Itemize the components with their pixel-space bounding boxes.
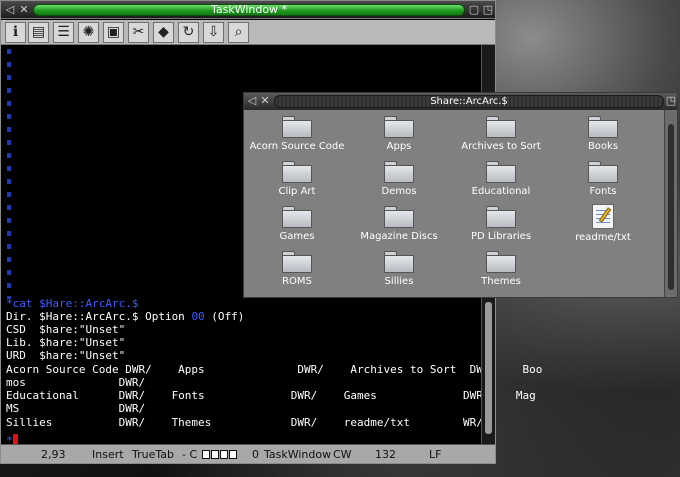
prompt-line[interactable]: * (6, 429, 18, 447)
terminal-line: URD $hare:"Unset" (6, 349, 126, 362)
iconise-icon[interactable]: ▢ (467, 3, 481, 17)
taskwindow-icon[interactable]: ▤ (28, 22, 49, 43)
folder-item[interactable]: Sillies (348, 247, 450, 291)
item-label: PD Libraries (470, 231, 532, 242)
folder-icon (384, 206, 414, 228)
item-label: Archives to Sort (461, 141, 541, 152)
folder-icon (486, 116, 516, 138)
item-label: Educational (471, 186, 531, 197)
item-label: Books (587, 141, 619, 152)
download-icon[interactable]: ⇩ (203, 22, 224, 43)
item-label: Games (279, 231, 315, 242)
item-label: Fonts (589, 186, 617, 197)
newline-mode: LF (429, 448, 442, 461)
app-name: TaskWindow (264, 448, 332, 461)
case-flag: - C (182, 448, 198, 461)
item-label: Themes (481, 276, 521, 287)
gear-icon[interactable]: ✺ (78, 22, 99, 43)
status-boxes (202, 445, 238, 464)
folder-icon (384, 251, 414, 273)
toggle-size-icon[interactable]: ◳ (664, 94, 678, 108)
item-label: Sillies (384, 276, 414, 287)
info-icon[interactable]: ℹ (5, 22, 26, 43)
folder-icon (486, 206, 516, 228)
folder-icon (282, 206, 312, 228)
back-icon[interactable]: ◁ (245, 94, 259, 108)
folder-icon (588, 116, 618, 138)
folder-item[interactable]: Educational (450, 157, 552, 201)
folder-icon (282, 161, 312, 183)
folder-item[interactable]: ROMS (246, 247, 348, 291)
item-label: Clip Art (278, 186, 316, 197)
terminal-line: Lib. $hare:"Unset" (6, 336, 126, 349)
taskwindow-toolbar: ℹ ▤ ☰ ✺ ▣ ✂ ◆ ↻ ⇩ ⌕ (1, 20, 495, 45)
folder-item[interactable]: Magazine Discs (348, 202, 450, 246)
folder-icon (384, 161, 414, 183)
folder-item[interactable]: Demos (348, 157, 450, 201)
folder-item[interactable]: PD Libraries (450, 202, 552, 246)
folder-icon (588, 161, 618, 183)
item-label: Acorn Source Code (249, 141, 345, 152)
folder-icon (282, 251, 312, 273)
line-count: 132 (375, 448, 396, 461)
terminal-line: *cat $Hare::ArcArc.$ (6, 297, 139, 310)
status-bar: 2,93 Insert TrueTab - C 0 TaskWindow CW … (1, 444, 495, 463)
filer-window: ◁ ✕ Share::ArcArc.$ ◳ Acorn Source Code … (243, 92, 678, 298)
toggle-size-icon[interactable]: ◳ (481, 3, 495, 17)
close-task-icon[interactable]: ✂ (128, 22, 149, 43)
filer-titlebar[interactable]: ◁ ✕ Share::ArcArc.$ ◳ (244, 93, 677, 110)
vertical-scrollbar[interactable] (664, 110, 677, 297)
folder-icon (282, 116, 312, 138)
status-zero: 0 (252, 448, 259, 461)
folder-item[interactable]: Acorn Source Code (246, 112, 348, 156)
item-label: Magazine Discs (360, 231, 438, 242)
taskwindow-titlebar[interactable]: ◁ ✕ TaskWindow * ▢ ◳ (1, 1, 495, 19)
terminal-line: Dir. $Hare::ArcArc.$ Option 00 (Off) (6, 310, 245, 323)
save-disk-icon[interactable]: ▣ (103, 22, 124, 43)
scrollbar-thumb[interactable] (485, 302, 492, 434)
item-label: Apps (386, 141, 412, 152)
cursor-position: 2,93 (41, 448, 66, 461)
terminal-line: CSD $hare:"Unset" (6, 323, 126, 336)
books-icon[interactable]: ☰ (53, 22, 74, 43)
folder-item[interactable]: Games (246, 202, 348, 246)
suspend-icon[interactable]: ◆ (153, 22, 174, 43)
terminal-line: mos DWR/ (6, 376, 146, 389)
refresh-icon[interactable]: ↻ (178, 22, 199, 43)
folder-item[interactable]: Apps (348, 112, 450, 156)
item-label: Demos (381, 186, 417, 197)
terminal-line: Sillies DWR/ Themes DWR/ readme/txt WR/ (6, 416, 483, 429)
folder-item[interactable]: Fonts (552, 157, 654, 201)
folder-item[interactable]: Books (552, 112, 654, 156)
scrollbar-thumb[interactable] (668, 124, 674, 290)
empty-line-markers (7, 49, 11, 299)
folder-icon (384, 116, 414, 138)
window-title: TaskWindow * (210, 3, 288, 16)
item-label: ROMS (282, 276, 312, 287)
item-label: readme/txt (575, 232, 631, 243)
folder-item[interactable]: Clip Art (246, 157, 348, 201)
terminal-line: Educational DWR/ Fonts DWR/ Games DWR/ M… (6, 389, 536, 402)
close-icon[interactable]: ✕ (258, 94, 272, 108)
cw-flag: CW (333, 448, 352, 461)
back-icon[interactable]: ◁ (3, 3, 17, 17)
folder-item[interactable]: Themes (450, 247, 552, 291)
find-icon[interactable]: ⌕ (228, 22, 249, 43)
terminal-line: MS DWR/ (6, 402, 146, 415)
text-file-icon (592, 204, 614, 229)
folder-icon (486, 161, 516, 183)
folder-item[interactable]: Archives to Sort (450, 112, 552, 156)
terminal-line: Acorn Source Code DWR/ Apps DWR/ Archive… (6, 363, 543, 376)
tab-mode: TrueTab (132, 448, 174, 461)
close-icon[interactable]: ✕ (17, 3, 31, 17)
folder-icon (486, 251, 516, 273)
filer-title: Share::ArcArc.$ (430, 96, 508, 107)
filer-contents: Acorn Source Code Apps Archives to Sort … (244, 110, 664, 297)
edit-mode: Insert (92, 448, 124, 461)
file-item[interactable]: readme/txt (552, 202, 654, 246)
